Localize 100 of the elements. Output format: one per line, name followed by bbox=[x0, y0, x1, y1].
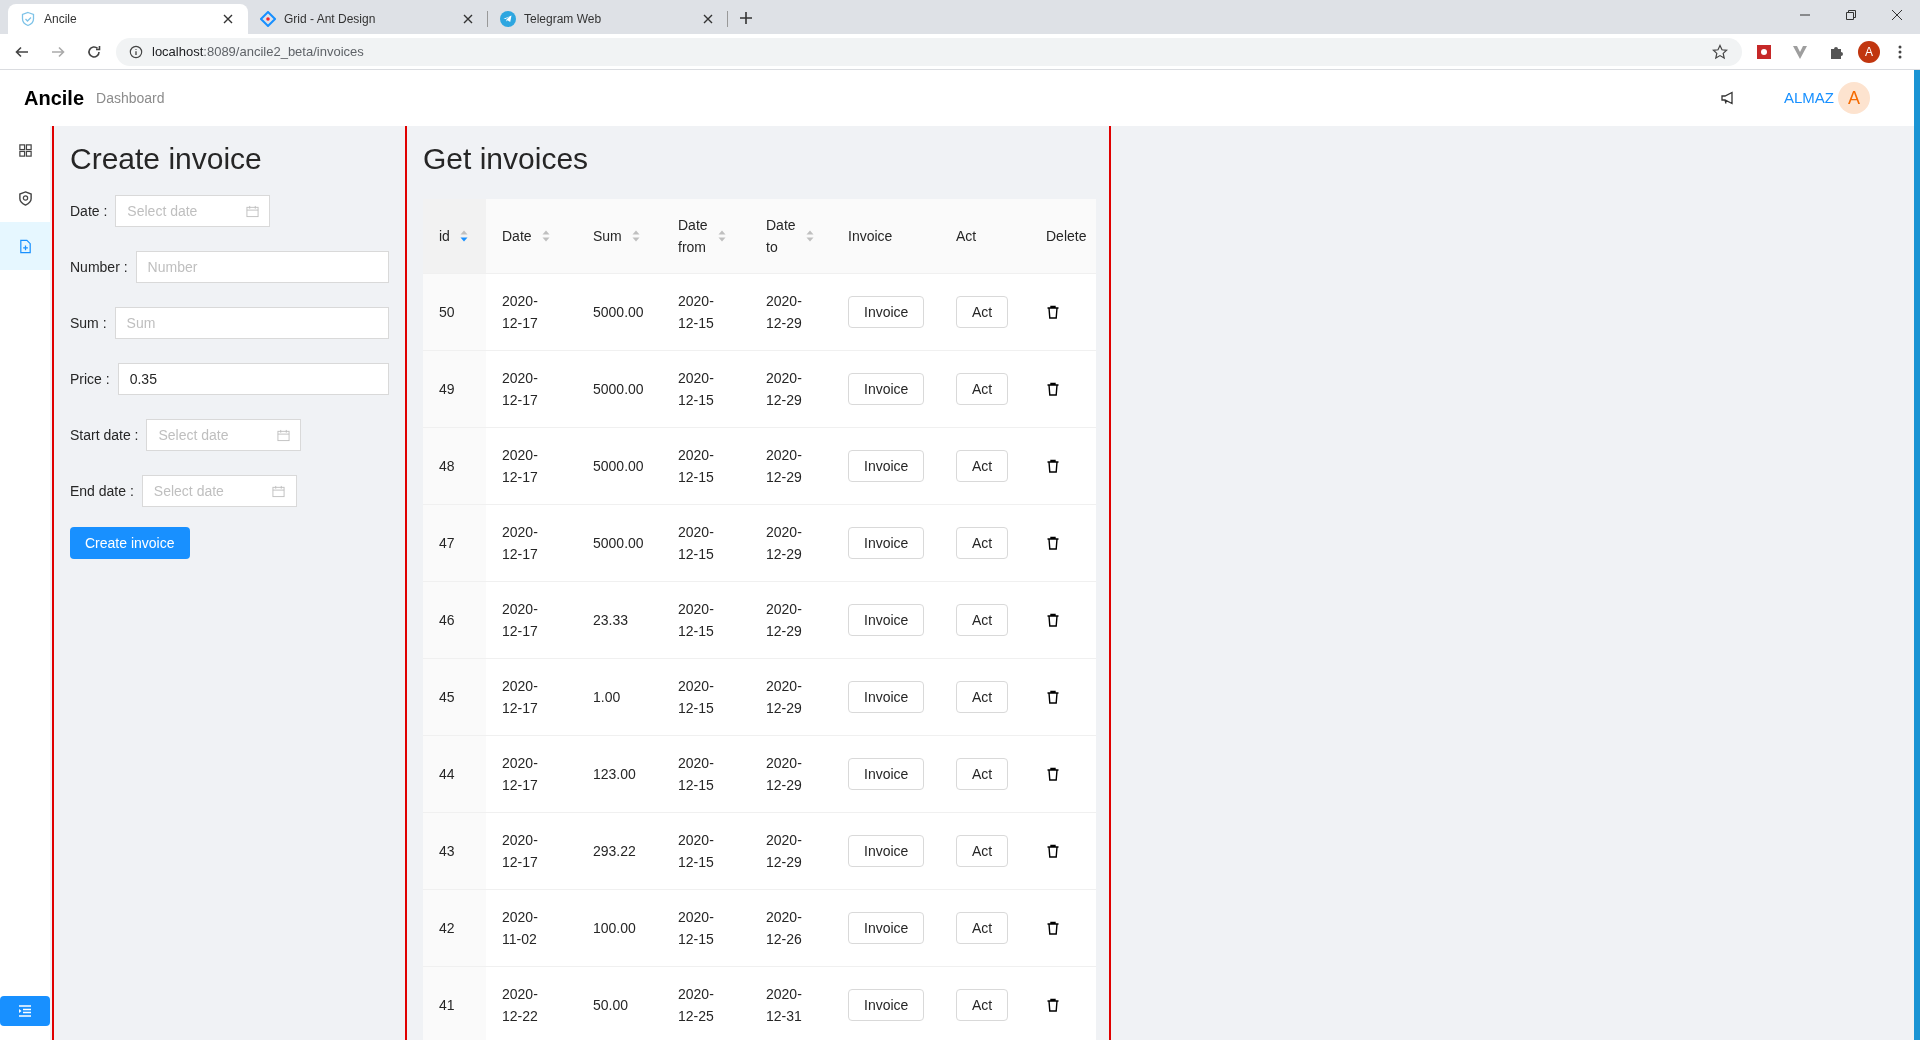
column-header: Delete bbox=[1045, 227, 1088, 246]
act-button[interactable]: Act bbox=[956, 296, 1009, 328]
table-cell-text: 2020- 12-15 bbox=[678, 908, 714, 949]
invoice-button[interactable]: Invoice bbox=[848, 835, 925, 867]
table-cell-text: 47 bbox=[439, 534, 455, 553]
table-cell-text: 2020- 12-29 bbox=[766, 600, 802, 641]
grid-icon bbox=[17, 142, 33, 158]
act-button[interactable]: Act bbox=[956, 450, 1009, 482]
act-button[interactable]: Act bbox=[956, 758, 1009, 790]
delete-icon[interactable] bbox=[1046, 690, 1060, 704]
date-picker[interactable]: Select date bbox=[146, 419, 302, 451]
column-header[interactable]: Date to bbox=[750, 199, 832, 273]
breadcrumb-link[interactable]: Dashboard bbox=[96, 87, 165, 109]
table-cell-text: 2020- 12-29 bbox=[766, 677, 802, 718]
panel-title: Create invoice bbox=[70, 141, 263, 177]
invoice-button[interactable]: Invoice bbox=[848, 681, 925, 713]
column-header[interactable]: Date bbox=[486, 199, 577, 273]
browser-tab[interactable]: Telegram Web bbox=[488, 4, 728, 34]
app-logo[interactable]: Ancile bbox=[24, 83, 85, 113]
browser-tab[interactable]: Grid - Ant Design bbox=[248, 4, 488, 34]
table-cell-text: 2020- 12-15 bbox=[678, 677, 714, 718]
paper-plane-icon bbox=[500, 11, 516, 27]
table-cell-text: 1.00 bbox=[593, 688, 621, 707]
table-cell-text: 2020- 12-17 bbox=[502, 754, 538, 795]
act-button[interactable]: Act bbox=[956, 373, 1009, 405]
table-cell-text: 2020- 12-17 bbox=[502, 369, 538, 410]
input-field[interactable]: Number bbox=[135, 251, 389, 283]
calendar-icon bbox=[245, 204, 260, 218]
invoice-button[interactable]: Invoice bbox=[848, 758, 925, 790]
column-header[interactable]: Date from bbox=[662, 199, 750, 273]
act-button[interactable]: Act bbox=[956, 527, 1009, 559]
input-field[interactable]: Sum bbox=[114, 307, 389, 339]
delete-icon[interactable] bbox=[1046, 536, 1060, 550]
table-cell-text: 2020- 12-29 bbox=[766, 446, 802, 487]
invoice-button[interactable]: Invoice bbox=[848, 989, 925, 1021]
column-header: Invoice bbox=[847, 227, 894, 246]
table-cell-text: 5000.00 bbox=[593, 534, 644, 553]
table-cell-text: 23.33 bbox=[593, 611, 629, 630]
table-cell-text: 2020- 12-26 bbox=[766, 908, 802, 949]
table-cell-text: 43 bbox=[439, 842, 455, 861]
table-cell-text: 100.00 bbox=[593, 919, 636, 938]
invoice-button[interactable]: Invoice bbox=[848, 296, 925, 328]
table-cell-text: 41 bbox=[439, 996, 455, 1015]
act-button[interactable]: Act bbox=[956, 835, 1009, 867]
field-label: Start date : bbox=[70, 425, 139, 445]
invoice-button[interactable]: Invoice bbox=[848, 604, 925, 636]
table-cell-text: 2020- 12-17 bbox=[502, 446, 538, 487]
table-cell-text: 2020- 12-15 bbox=[678, 292, 714, 333]
shield-icon bbox=[17, 190, 33, 206]
act-button[interactable]: Act bbox=[956, 989, 1009, 1021]
invoice-button[interactable]: Invoice bbox=[848, 450, 925, 482]
indent-icon bbox=[17, 1003, 33, 1019]
table-cell-text: 49 bbox=[439, 380, 455, 399]
table-cell-text: 46 bbox=[439, 611, 455, 630]
date-picker[interactable]: Select date bbox=[141, 475, 297, 507]
table-cell-text: 5000.00 bbox=[593, 303, 644, 322]
date-picker[interactable]: Select date bbox=[115, 195, 271, 227]
table-cell-text: 2020- 11-02 bbox=[502, 908, 538, 949]
table-cell-text: 5000.00 bbox=[593, 380, 644, 399]
table-cell-text: 2020- 12-22 bbox=[502, 985, 538, 1026]
delete-icon[interactable] bbox=[1046, 459, 1060, 473]
table-cell-text: 50 bbox=[439, 303, 455, 322]
profile-avatar[interactable]: A bbox=[1858, 40, 1880, 63]
field-label: Number : bbox=[70, 257, 128, 277]
calendar-icon bbox=[276, 428, 291, 442]
table-cell-text: 2020- 12-29 bbox=[766, 292, 802, 333]
act-button[interactable]: Act bbox=[956, 681, 1009, 713]
table-cell-text: 2020- 12-29 bbox=[766, 754, 802, 795]
info-icon[interactable] bbox=[128, 43, 144, 60]
table-cell-text: 2020- 12-17 bbox=[502, 523, 538, 564]
delete-icon[interactable] bbox=[1046, 613, 1060, 627]
delete-icon[interactable] bbox=[1046, 921, 1060, 935]
calendar-icon bbox=[271, 484, 286, 498]
invoice-button[interactable]: Invoice bbox=[848, 373, 925, 405]
table-cell-text: 2020- 12-15 bbox=[678, 523, 714, 564]
act-button[interactable]: Act bbox=[956, 912, 1009, 944]
delete-icon[interactable] bbox=[1046, 998, 1060, 1012]
invoice-button[interactable]: Invoice bbox=[848, 912, 925, 944]
file-plus-icon bbox=[17, 238, 33, 254]
column-header[interactable]: Sum bbox=[577, 199, 662, 273]
table-cell-text: 50.00 bbox=[593, 996, 629, 1015]
table-cell-text: 45 bbox=[439, 688, 455, 707]
address-bar[interactable]: localhost:8089/ancile2_beta/invoices bbox=[116, 37, 1742, 66]
input-field[interactable]: 0.35 bbox=[117, 363, 389, 395]
act-button[interactable]: Act bbox=[956, 604, 1009, 636]
table-cell-text: 2020- 12-15 bbox=[678, 600, 714, 641]
browser-tab[interactable]: Ancile bbox=[8, 4, 248, 34]
diamond-icon bbox=[260, 11, 276, 27]
delete-icon[interactable] bbox=[1046, 382, 1060, 396]
field-label: Price : bbox=[70, 369, 110, 389]
table-cell-text: 2020- 12-17 bbox=[502, 292, 538, 333]
sort-icon[interactable] bbox=[459, 230, 468, 242]
table-cell-text: 44 bbox=[439, 765, 455, 784]
delete-icon[interactable] bbox=[1046, 767, 1060, 781]
delete-icon[interactable] bbox=[1046, 305, 1060, 319]
table-cell-text: 293.22 bbox=[593, 842, 636, 861]
table-cell-text: 2020- 12-15 bbox=[678, 446, 714, 487]
column-header[interactable]: id bbox=[423, 199, 486, 273]
delete-icon[interactable] bbox=[1046, 844, 1060, 858]
invoice-button[interactable]: Invoice bbox=[848, 527, 925, 559]
